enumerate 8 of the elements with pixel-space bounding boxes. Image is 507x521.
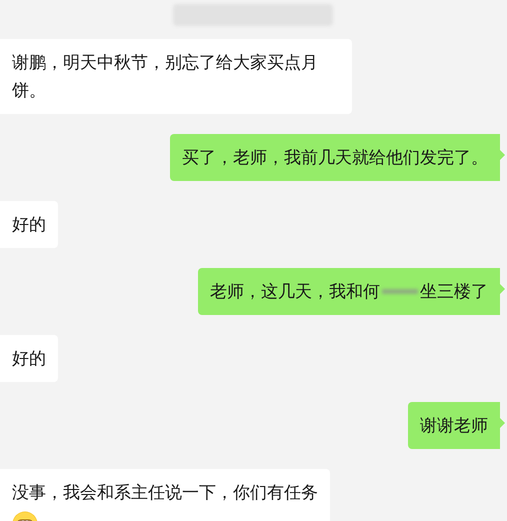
message-text: 坐三楼了 xyxy=(420,282,488,302)
sent-message-bubble: 谢谢老师 xyxy=(408,402,505,449)
received-message-bubble: 谢鹏，明天中秋节，别忘了给大家买点月饼。 xyxy=(0,39,352,114)
received-message-bubble: 好的 xyxy=(0,335,58,382)
received-message-bubble: 好的 xyxy=(0,201,58,248)
message-text: 没事，我会和系主任说一下，你们有任务 xyxy=(12,482,318,502)
message-text: 老师，这几天，我和何 xyxy=(210,282,380,302)
sent-message-bubble: 买了，老师，我前几天就给他们发完了。 xyxy=(170,134,505,181)
